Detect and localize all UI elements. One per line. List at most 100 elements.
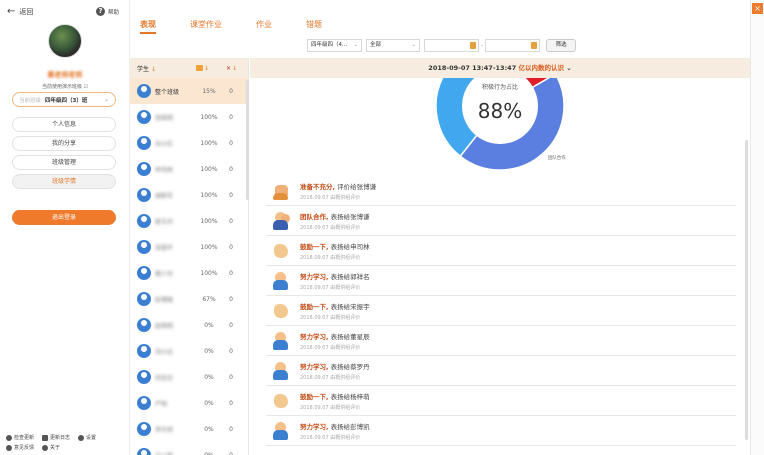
menu-profile-button[interactable]: 个人信息 [12,117,116,132]
tab-homework[interactable]: 作业 [256,0,272,35]
student-row[interactable]: 胡新军 100% 0 [130,182,248,208]
student-name: 严明 [155,400,168,408]
student-column-header[interactable]: 学生 ↓ [130,64,196,73]
feed-meta: 2018.09.07 由概供组评价 [300,224,361,231]
student-row[interactable]: 孙小红 100% 0 [130,130,248,156]
team-icon [272,211,290,230]
avatar[interactable] [48,24,82,58]
back-button[interactable]: ← 返回 [7,7,33,17]
student-praise-pct: 15% [202,87,216,95]
class-select-label: 当前班级 [19,97,42,104]
feed-item[interactable]: 准备不充分, 评价给张博谦 2018.09.07 由概供组评价 [266,176,736,206]
class-filter-select[interactable]: 四年级四（4... ⌄ [307,39,362,52]
scope-filter-select[interactable]: 全部 ⌄ [366,39,420,52]
feed-item[interactable]: 努力学习, 表扬给董星辰 2018.09.07 由概供组评价 [266,326,736,356]
sidebar: ← 返回 ? 帮助 蔡老师老师 当前使用演示班级 ☑ 当前班级 四年级四（3）班… [0,0,130,455]
feed-meta: 2018.09.07 由概供组评价 [300,194,361,201]
student-praise-pct: 100% [200,139,218,147]
lesson-banner[interactable]: 2018-09-07 13:47-13:47 亿以内数的认识 ⌄ [250,58,750,78]
student-row[interactable]: 彭博锋 67% 0 [130,286,248,312]
feed-target: 表扬给董星辰 [330,332,370,341]
top-tabs: 表现 课堂作业 作业 错题 [130,0,750,36]
student-row[interactable]: 申司林 100% 0 [130,156,248,182]
feed-item[interactable]: 努力学习, 表扬给蔡罗丹 2018.09.07 由概供组评价 [266,356,736,386]
student-row[interactable]: 李华然 0% 0 [130,416,248,442]
tab-class-homework[interactable]: 课堂作业 [190,0,222,35]
study-icon [272,271,290,290]
about-link[interactable]: 关于 [42,444,60,451]
menu-shares-button[interactable]: 我的分享 [12,136,116,151]
help-button[interactable]: ? 帮助 [95,7,119,16]
calendar-icon[interactable] [531,42,537,49]
class-select[interactable]: 当前班级 四年级四（3）班 ⌄ [12,92,116,107]
student-row[interactable]: 王小磊 0% 0 [130,442,248,455]
student-row[interactable]: 张晓明 100% 0 [130,104,248,130]
student-row[interactable]: 何志达 0% 0 [130,364,248,390]
student-row[interactable]: 蔡少丹 100% 0 [130,260,248,286]
student-avatar-icon [137,422,151,436]
student-row[interactable]: 宋丽平 100% 0 [130,234,248,260]
about-label: 关于 [50,445,61,451]
student-name: 申司林 [155,166,174,174]
student-row[interactable]: 严明 0% 0 [130,390,248,416]
student-list-scrollbar[interactable] [246,80,249,200]
menu-class-manage-button[interactable]: 班级管理 [12,155,116,170]
praise-column-header[interactable]: ↓ [196,65,226,72]
student-name: 张晓明 [155,114,174,122]
student-row[interactable]: 郭玉丹 100% 0 [130,208,248,234]
check-update-label: 检查更新 [14,435,35,441]
feed-item[interactable]: 团队合作, 表扬给张博谦 2018.09.07 由概供组评价 [266,206,736,236]
close-icon[interactable]: × [752,3,763,14]
feed-item[interactable]: 鼓励一下, 表扬给申司林 2018.09.07 由概供组评价 [266,236,736,266]
feedback-link[interactable]: 意见反馈 [6,444,34,451]
demo-note: 当前使用演示班级 ☑ [0,83,130,90]
demo-note-text: 当前使用演示班级 [41,84,82,90]
feed-item[interactable]: 努力学习, 表扬给彭博凯 2018.09.07 由概供组评价 [266,416,736,446]
student-name: 蔡少丹 [155,270,174,278]
thumbs-up-icon [196,65,203,71]
feed-item[interactable]: 努力学习, 表扬给郭祥名 2018.09.07 由概供组评价 [266,266,736,296]
feed-meta: 2018.09.07 由概供组评价 [300,374,361,381]
student-name: 刘小达 [155,348,174,356]
sort-arrow-icon: ↓ [232,64,238,72]
student-criticism-count: 0 [229,347,233,355]
filter-bar: 四年级四（4... ⌄ 全部 ⌄ - 筛选 [130,36,750,56]
student-praise-pct: 100% [200,243,218,251]
logout-button[interactable]: 退出登录 [12,210,116,225]
student-avatar-icon [137,188,151,202]
tab-mistakes[interactable]: 错题 [306,0,322,35]
changelog-link[interactable]: 更新日志 [42,434,70,441]
clap-icon [272,242,290,260]
clap-icon [272,392,290,410]
criticism-column-header[interactable]: ✕ ↓ [226,65,246,72]
student-row[interactable]: 赵明明 0% 0 [130,312,248,338]
student-row-whole-class[interactable]: 整个班级 15% 0 [130,78,248,104]
start-date-input[interactable] [424,39,479,52]
student-avatar-icon [137,240,151,254]
settings-link[interactable]: 设置 [78,434,96,441]
student-name: 赵明明 [155,322,174,330]
filter-button[interactable]: 筛选 [546,39,576,52]
student-avatar-icon [137,318,151,332]
main-scrollbar[interactable] [745,140,748,440]
checkbox-icon[interactable]: ☑ [84,84,88,90]
student-criticism-count: 0 [229,321,233,329]
check-update-link[interactable]: 检查更新 [6,434,34,441]
feed-meta: 2018.09.07 由概供组评价 [300,344,361,351]
menu-class-learning-button[interactable]: 班级学情 [12,174,116,189]
student-name: 胡新军 [155,192,174,200]
student-name: 整个班级 [155,88,180,96]
student-criticism-count: 0 [229,139,233,147]
behavior-donut-chart: 积极行为占比 88% 团队合作鼓励一下准备不充分 [435,78,566,171]
chevron-down-icon: ⌄ [411,42,416,48]
end-date-input[interactable] [485,39,540,52]
tab-performance[interactable]: 表现 [140,0,156,35]
student-row[interactable]: 刘小达 0% 0 [130,338,248,364]
feed-item[interactable]: 鼓励一下, 表扬给杨梓萌 2018.09.07 由概供组评价 [266,386,736,416]
calendar-icon[interactable] [470,42,476,49]
arrow-left-icon: ← [7,6,16,17]
feed-target: 表扬给张博谦 [330,212,370,221]
feed-item[interactable]: 鼓励一下, 表扬给宋振宇 2018.09.07 由概供组评价 [266,296,736,326]
feed-meta: 2018.09.07 由概供组评价 [300,254,361,261]
feed-behavior: 鼓励一下, [300,302,329,311]
